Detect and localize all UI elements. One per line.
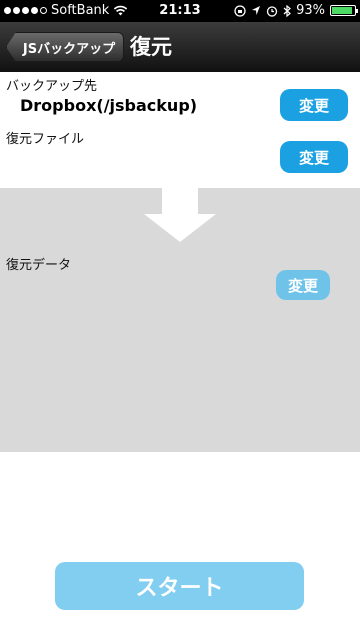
change-restore-data-button[interactable]: 変更: [276, 270, 330, 300]
backup-destination-label: バックアップ先: [6, 79, 98, 94]
bluetooth-icon: [283, 4, 292, 17]
battery-icon: [330, 5, 358, 16]
navigation-bar: JSバックアップ 復元: [0, 22, 360, 72]
restore-data-label: 復元データ: [6, 258, 72, 273]
status-right: 93%: [234, 3, 358, 18]
battery-fill: [332, 7, 352, 14]
restore-data-panel: 復元データ 変更: [0, 188, 360, 452]
start-button[interactable]: スタート: [55, 562, 304, 610]
restore-file-label: 復元ファイル: [6, 132, 85, 147]
location-icon: [252, 6, 261, 15]
page-title: 復元: [130, 35, 172, 59]
status-bar: SoftBank 21:13 93%: [0, 0, 360, 22]
alarm-icon: [266, 5, 278, 17]
rotation-lock-icon: [234, 4, 246, 17]
backup-destination-value: Dropbox(/jsbackup): [20, 96, 198, 115]
change-restore-file-button[interactable]: 変更: [280, 141, 348, 173]
change-destination-button[interactable]: 変更: [280, 89, 348, 121]
back-button[interactable]: JSバックアップ: [6, 32, 124, 62]
battery-percent: 93%: [296, 3, 325, 18]
arrow-down-icon: [144, 188, 216, 242]
